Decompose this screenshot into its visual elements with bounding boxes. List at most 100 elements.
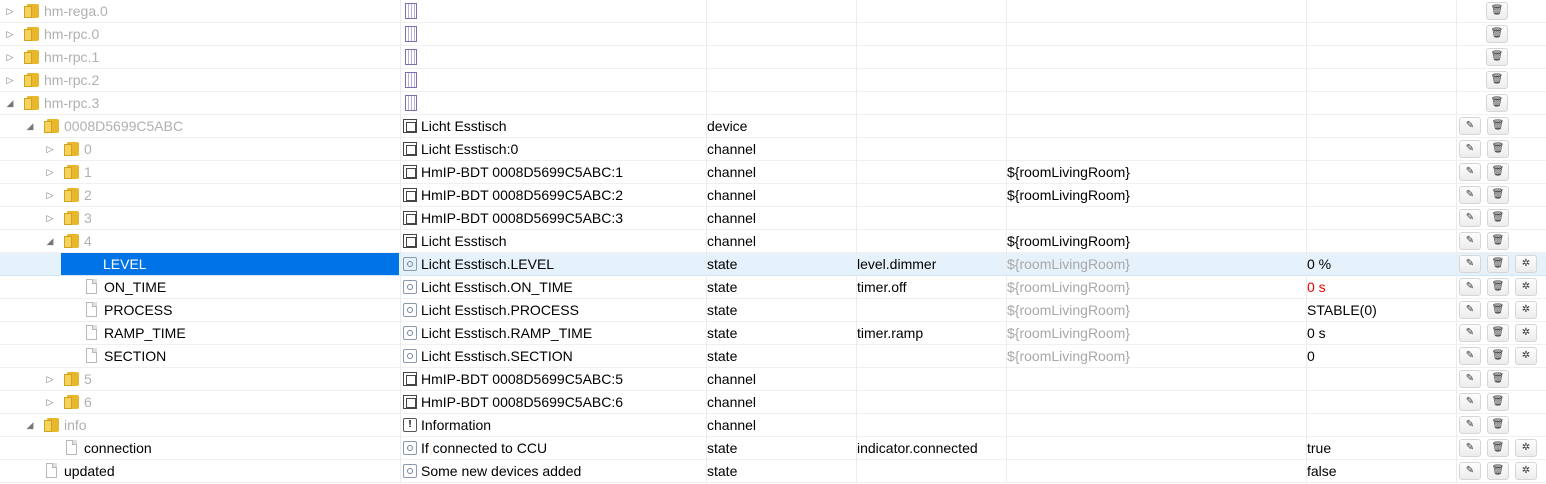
object-id[interactable]: 0008D5699C5ABC [64, 115, 183, 137]
edit-button[interactable]: ✎ [1459, 393, 1481, 411]
tree-row[interactable]: ▷ 2 HmIP-BDT 0008D5699C5ABC:2 channel ${room… [0, 184, 1546, 207]
delete-button[interactable]: 🗑 [1487, 439, 1509, 457]
delete-button[interactable]: 🗑 [1486, 48, 1508, 66]
delete-button[interactable]: 🗑 [1487, 324, 1509, 342]
object-id[interactable]: info [64, 414, 87, 436]
object-id[interactable]: hm-rpc.3 [44, 92, 99, 114]
delete-button[interactable]: 🗑 [1487, 347, 1509, 365]
edit-button[interactable]: ✎ [1459, 416, 1481, 434]
expand-toggle-icon[interactable]: ▷ [4, 28, 16, 40]
delete-button[interactable]: 🗑 [1486, 71, 1508, 89]
tree-row[interactable]: PROCESS Licht Esstisch.PROCESS state ${room… [0, 299, 1546, 322]
delete-button[interactable]: 🗑 [1487, 278, 1509, 296]
object-id[interactable]: ON_TIME [104, 276, 166, 298]
delete-button[interactable]: 🗑 [1486, 94, 1508, 112]
collapse-toggle-icon[interactable]: ◢ [44, 235, 56, 247]
collapse-toggle-icon[interactable]: ◢ [24, 419, 36, 431]
tree-row[interactable]: connection If connected to CCU state indica… [0, 437, 1546, 460]
expand-toggle-icon[interactable]: ▷ [44, 189, 56, 201]
tree-row[interactable]: ▷ 6 HmIP-BDT 0008D5699C5ABC:6 channel ✎ 🗑 [0, 391, 1546, 414]
tree-row[interactable]: ◢ info! Information channel ✎ 🗑 [0, 414, 1546, 437]
tree-row[interactable]: ▷ 3 HmIP-BDT 0008D5699C5ABC:3 channel ✎ 🗑 [0, 207, 1546, 230]
object-id[interactable]: 5 [84, 368, 92, 390]
edit-button[interactable]: ✎ [1459, 163, 1481, 181]
delete-button[interactable]: 🗑 [1486, 25, 1508, 43]
expand-toggle-icon[interactable]: ▷ [4, 51, 16, 63]
tree-row[interactable]: ▷ hm-rpc.2 🗑 [0, 69, 1546, 92]
object-id[interactable]: SECTION [104, 345, 166, 367]
object-id[interactable]: LEVEL [61, 253, 399, 275]
expand-toggle-icon[interactable]: ▷ [44, 212, 56, 224]
tree-row[interactable]: ▷ hm-rpc.0 🗑 [0, 23, 1546, 46]
object-id[interactable]: hm-rpc.1 [44, 46, 99, 68]
delete-button[interactable]: 🗑 [1487, 186, 1509, 204]
object-id[interactable]: 1 [84, 161, 92, 183]
object-id[interactable]: 6 [84, 391, 92, 413]
edit-button[interactable]: ✎ [1459, 255, 1481, 273]
object-id[interactable]: hm-rpc.0 [44, 23, 99, 45]
settings-button[interactable]: ✲ [1515, 462, 1537, 480]
edit-button[interactable]: ✎ [1459, 462, 1481, 480]
expand-toggle-icon[interactable]: ▷ [4, 74, 16, 86]
delete-button[interactable]: 🗑 [1487, 393, 1509, 411]
object-id[interactable]: 4 [84, 230, 92, 252]
delete-button[interactable]: 🗑 [1487, 370, 1509, 388]
object-id[interactable]: hm-rpc.2 [44, 69, 99, 91]
edit-button[interactable]: ✎ [1459, 232, 1481, 250]
object-id[interactable]: hm-rega.0 [44, 0, 108, 22]
expand-toggle-icon[interactable]: ▷ [44, 396, 56, 408]
tree-row[interactable]: ◢ 0008D5699C5ABC Licht Esstisch device ✎ 🗑 [0, 115, 1546, 138]
expand-toggle-icon[interactable]: ▷ [44, 166, 56, 178]
settings-button[interactable]: ✲ [1515, 278, 1537, 296]
settings-button[interactable]: ✲ [1515, 439, 1537, 457]
settings-button[interactable]: ✲ [1515, 347, 1537, 365]
edit-button[interactable]: ✎ [1459, 140, 1481, 158]
tree-row[interactable]: ▷ 1 HmIP-BDT 0008D5699C5ABC:1 channel ${room… [0, 161, 1546, 184]
tree-row[interactable]: SECTION Licht Esstisch.SECTION state ${room… [0, 345, 1546, 368]
edit-button[interactable]: ✎ [1459, 324, 1481, 342]
delete-button[interactable]: 🗑 [1487, 163, 1509, 181]
tree-row[interactable]: ▷ hm-rpc.1 🗑 [0, 46, 1546, 69]
tree-row[interactable]: LEVEL Licht Esstisch.LEVEL state level.dimm… [0, 253, 1546, 276]
delete-button[interactable]: 🗑 [1487, 117, 1509, 135]
settings-button[interactable]: ✲ [1515, 324, 1537, 342]
object-id[interactable]: 2 [84, 184, 92, 206]
tree-row[interactable]: ON_TIME Licht Esstisch.ON_TIME state timer.… [0, 276, 1546, 299]
tree-row[interactable]: ◢ hm-rpc.3 🗑 [0, 92, 1546, 115]
settings-button[interactable]: ✲ [1515, 255, 1537, 273]
edit-button[interactable]: ✎ [1459, 278, 1481, 296]
edit-button[interactable]: ✎ [1459, 117, 1481, 135]
object-id[interactable]: 0 [84, 138, 92, 160]
expand-toggle-icon[interactable]: ▷ [44, 373, 56, 385]
tree-row[interactable]: ▷ 0 Licht Esstisch:0 channel ✎ 🗑 [0, 138, 1546, 161]
collapse-toggle-icon[interactable]: ◢ [4, 97, 16, 109]
delete-button[interactable]: 🗑 [1487, 462, 1509, 480]
delete-button[interactable]: 🗑 [1487, 232, 1509, 250]
delete-button[interactable]: 🗑 [1487, 416, 1509, 434]
delete-button[interactable]: 🗑 [1486, 2, 1508, 20]
object-id[interactable]: 3 [84, 207, 92, 229]
edit-button[interactable]: ✎ [1459, 186, 1481, 204]
tree-row[interactable]: updated Some new devices added state false ✎… [0, 460, 1546, 483]
object-id[interactable]: RAMP_TIME [104, 322, 186, 344]
tree-row[interactable]: RAMP_TIME Licht Esstisch.RAMP_TIME state ti… [0, 322, 1546, 345]
tree-row[interactable]: ▷ 5 HmIP-BDT 0008D5699C5ABC:5 channel ✎ 🗑 [0, 368, 1546, 391]
delete-button[interactable]: 🗑 [1487, 209, 1509, 227]
collapse-toggle-icon[interactable]: ◢ [24, 120, 36, 132]
edit-button[interactable]: ✎ [1459, 370, 1481, 388]
object-id[interactable]: connection [84, 437, 152, 459]
expand-toggle-icon[interactable]: ▷ [44, 143, 56, 155]
delete-button[interactable]: 🗑 [1487, 140, 1509, 158]
tree-row[interactable]: ▷ hm-rega.0 🗑 [0, 0, 1546, 23]
object-id[interactable]: PROCESS [104, 299, 172, 321]
edit-button[interactable]: ✎ [1459, 301, 1481, 319]
object-id[interactable]: updated [64, 460, 115, 482]
expand-toggle-icon[interactable]: ▷ [4, 5, 16, 17]
edit-button[interactable]: ✎ [1459, 439, 1481, 457]
settings-button[interactable]: ✲ [1515, 301, 1537, 319]
edit-button[interactable]: ✎ [1459, 347, 1481, 365]
delete-button[interactable]: 🗑 [1487, 301, 1509, 319]
delete-button[interactable]: 🗑 [1487, 255, 1509, 273]
tree-row[interactable]: ◢ 4 Licht Esstisch channel ${roomLivingRoom}… [0, 230, 1546, 253]
edit-button[interactable]: ✎ [1459, 209, 1481, 227]
